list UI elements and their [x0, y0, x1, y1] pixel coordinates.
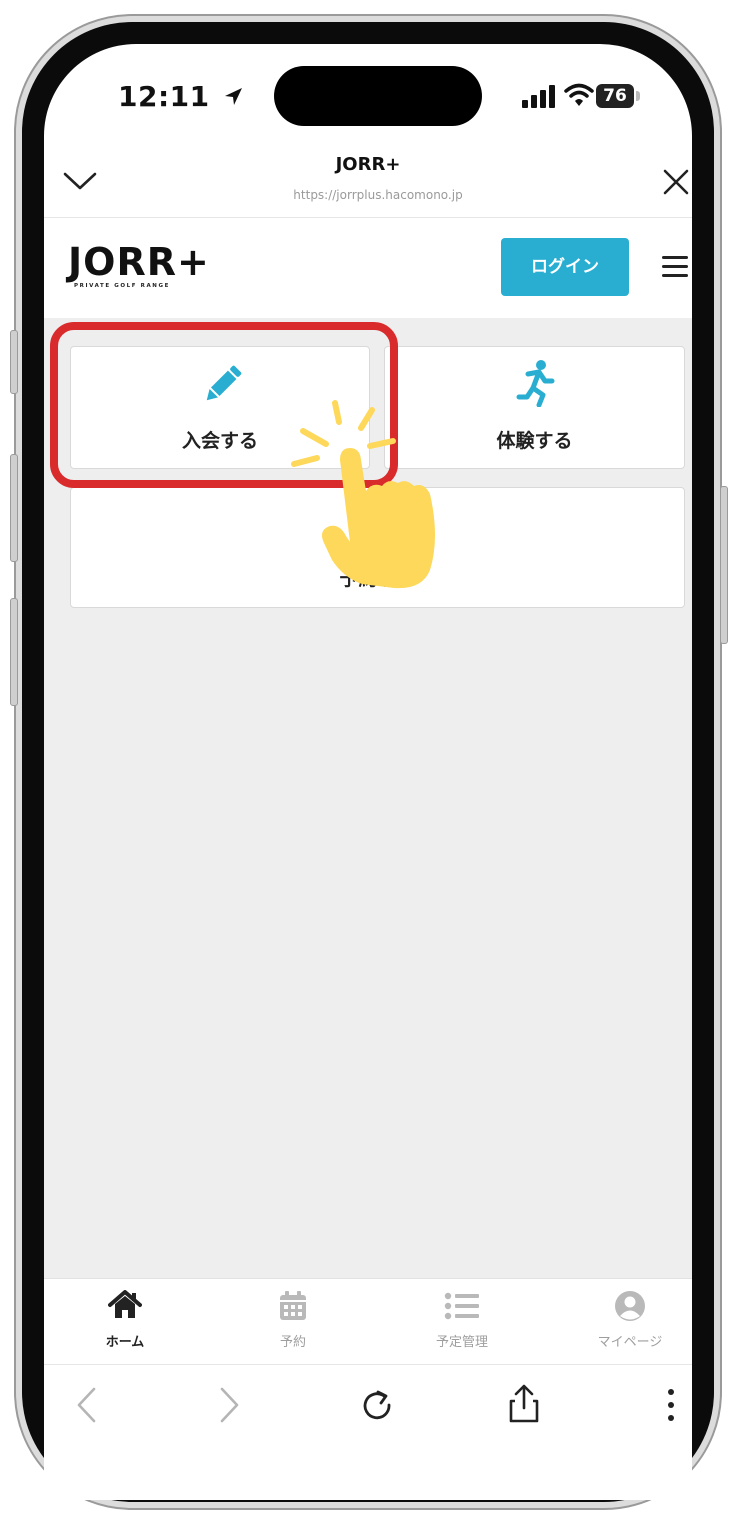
tab-reserve-label: 予約 — [279, 1335, 306, 1350]
battery-level: 76 — [603, 86, 627, 106]
tab-home-label: ホーム — [105, 1335, 145, 1350]
phone-action-button — [10, 330, 18, 394]
pointing-hand-icon — [291, 400, 435, 589]
user-icon — [615, 1291, 645, 1321]
browser-url[interactable]: https://jorrplus.hacomono.jp — [44, 188, 712, 202]
browser-header-divider — [44, 217, 692, 218]
calendar-icon — [280, 1291, 306, 1320]
list-icon — [444, 1292, 479, 1320]
dynamic-island — [274, 66, 482, 126]
battery-indicator: 76 — [596, 84, 634, 108]
tab-mypage-label: マイページ — [597, 1335, 663, 1350]
browser-page-title: JORR+ — [335, 154, 401, 175]
more-options-icon[interactable] — [664, 1386, 678, 1426]
phone-power-button — [720, 486, 728, 644]
status-time: 12:11 — [118, 80, 244, 113]
reload-icon[interactable] — [360, 1388, 394, 1422]
location-arrow-icon — [224, 88, 242, 105]
close-icon[interactable] — [662, 168, 690, 196]
forward-arrow-icon[interactable] — [218, 1386, 242, 1424]
status-time-text: 12:11 — [118, 80, 210, 113]
back-arrow-icon[interactable] — [74, 1386, 98, 1424]
home-icon — [108, 1290, 142, 1318]
hamburger-menu-icon[interactable] — [662, 256, 688, 278]
running-person-icon — [516, 360, 555, 407]
battery-tip — [636, 91, 640, 101]
site-logo[interactable]: JORR+ — [68, 242, 210, 282]
site-logo-subtitle: PRIVATE GOLF RANGE — [74, 283, 170, 289]
phone-volume-up-button — [10, 454, 18, 562]
signal-icon — [522, 85, 555, 108]
tab-schedule-label: 予定管理 — [435, 1335, 488, 1350]
share-icon[interactable] — [507, 1384, 541, 1424]
wifi-icon — [564, 83, 594, 106]
browser-toolbar — [44, 1364, 692, 1500]
phone-volume-down-button — [10, 598, 18, 706]
login-button[interactable]: ログイン — [501, 238, 629, 296]
